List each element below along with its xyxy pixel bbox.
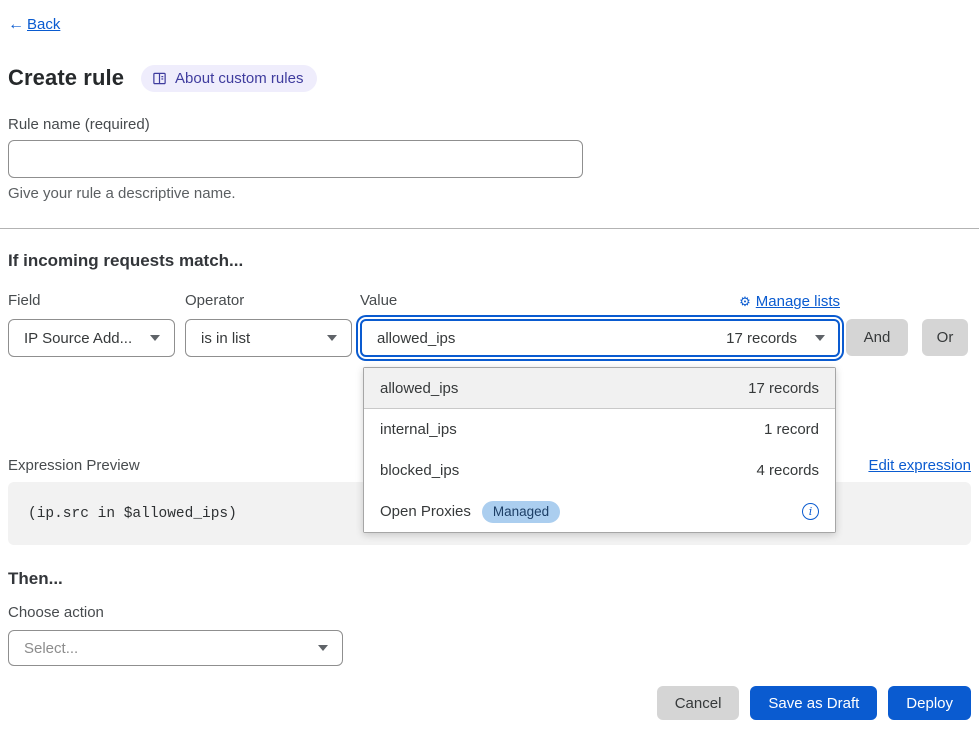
or-button[interactable]: Or [922, 319, 968, 356]
about-custom-rules-label: About custom rules [175, 70, 303, 87]
value-label: Value [360, 292, 397, 310]
action-select-placeholder: Select... [24, 640, 78, 657]
chevron-down-icon [327, 335, 337, 341]
footer-actions: Cancel Save as Draft Deploy [8, 686, 971, 740]
then-heading: Then... [8, 568, 971, 589]
list-option-open-proxies[interactable]: Open Proxies Managed i [364, 491, 835, 532]
list-option-name: blocked_ips [380, 462, 459, 479]
match-heading: If incoming requests match... [8, 250, 971, 271]
list-option-count: 1 record [764, 421, 819, 438]
chevron-down-icon [150, 335, 160, 341]
book-icon [152, 71, 167, 86]
create-rule-page: ← Back Create rule About custom rules Ru… [0, 0, 979, 740]
cancel-button[interactable]: Cancel [657, 686, 740, 720]
chevron-down-icon [815, 335, 825, 341]
managed-badge: Managed [482, 501, 560, 523]
expression-preview-label: Expression Preview [8, 457, 140, 474]
manage-lists-link[interactable]: ⚙ Manage lists [739, 293, 840, 310]
expression-code: (ip.src in $allowed_ips) [28, 506, 237, 522]
list-option-name: allowed_ips [380, 380, 458, 397]
edit-expression-link[interactable]: Edit expression [868, 457, 971, 474]
condition-controls-row: IP Source Add... is in list allowed_ips … [8, 319, 971, 357]
back-link[interactable]: ← Back [8, 16, 60, 34]
page-title: Create rule [8, 65, 124, 91]
back-arrow-icon: ← [8, 16, 24, 34]
action-select[interactable]: Select... [8, 630, 343, 666]
field-select-value: IP Source Add... [24, 330, 132, 347]
gear-icon: ⚙ [739, 295, 751, 308]
deploy-button[interactable]: Deploy [888, 686, 971, 720]
list-option-name: Open Proxies [380, 503, 471, 520]
chevron-down-icon [318, 645, 328, 651]
value-select-wrapper: allowed_ips 17 records allowed_ips 17 re… [360, 319, 840, 357]
condition-labels-row: Field Operator Value ⚙ Manage lists [8, 292, 971, 310]
list-option-allowed-ips[interactable]: allowed_ips 17 records [364, 368, 835, 409]
rule-name-label: Rule name (required) [8, 116, 971, 134]
value-select-record-count: 17 records [726, 330, 797, 347]
save-as-draft-button[interactable]: Save as Draft [750, 686, 877, 720]
list-option-count: 4 records [756, 462, 819, 479]
rule-name-input[interactable] [8, 140, 583, 178]
field-label: Field [8, 292, 175, 310]
and-button[interactable]: And [846, 319, 908, 356]
list-option-internal-ips[interactable]: internal_ips 1 record [364, 409, 835, 450]
value-select[interactable]: allowed_ips 17 records [360, 319, 840, 357]
rule-name-section: Rule name (required) Give your rule a de… [8, 116, 971, 203]
list-dropdown-menu: allowed_ips 17 records internal_ips 1 re… [363, 367, 836, 533]
back-link-label: Back [27, 16, 60, 34]
operator-label: Operator [185, 292, 352, 310]
rule-name-helper-text: Give your rule a descriptive name. [8, 185, 971, 203]
list-option-blocked-ips[interactable]: blocked_ips 4 records [364, 450, 835, 491]
operator-select-value: is in list [201, 330, 250, 347]
list-option-name: internal_ips [380, 421, 457, 438]
info-icon[interactable]: i [802, 503, 819, 520]
list-option-count: 17 records [748, 380, 819, 397]
title-row: Create rule About custom rules [8, 64, 971, 92]
about-custom-rules-link[interactable]: About custom rules [141, 65, 317, 92]
section-divider [0, 228, 979, 229]
manage-lists-label: Manage lists [756, 293, 840, 310]
value-select-value: allowed_ips [377, 330, 455, 347]
field-select[interactable]: IP Source Add... [8, 319, 175, 357]
operator-select[interactable]: is in list [185, 319, 352, 357]
choose-action-label: Choose action [8, 604, 971, 622]
